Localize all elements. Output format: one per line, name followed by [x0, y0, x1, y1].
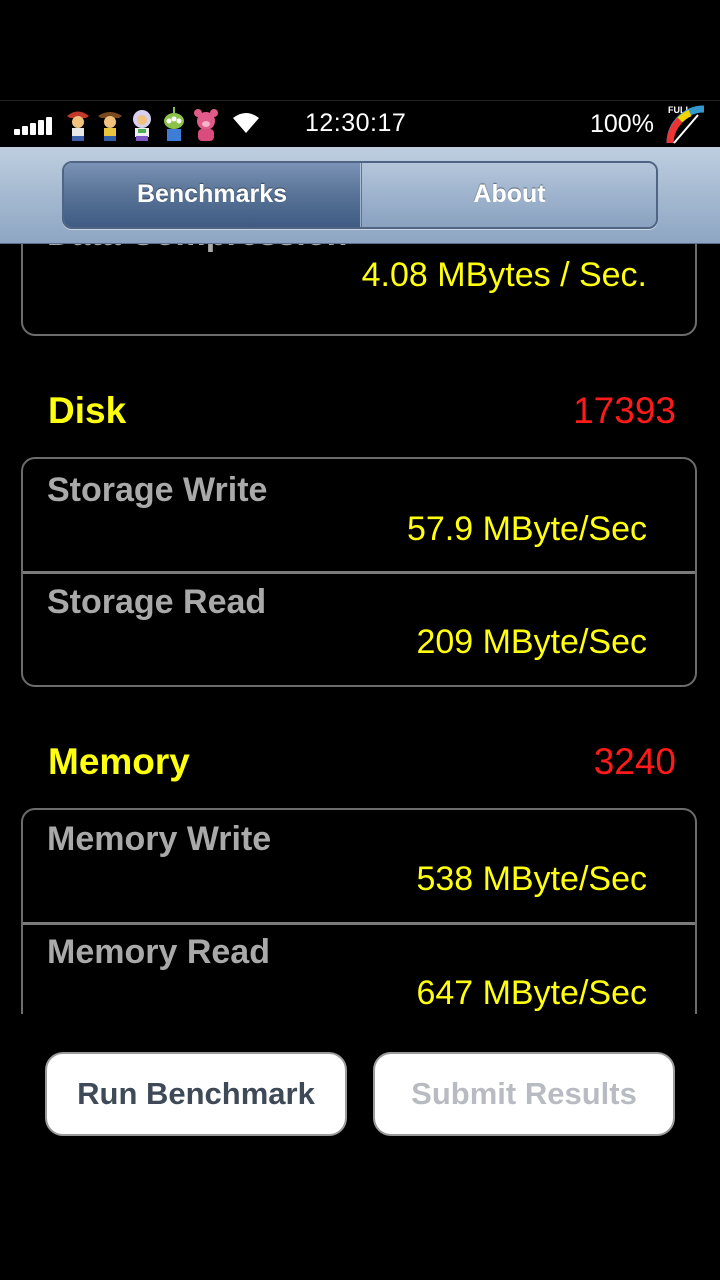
- wifi-icon: [233, 113, 259, 133]
- section-title-disk: Disk: [48, 390, 127, 431]
- navigation-bar: Benchmarks About: [0, 147, 720, 244]
- signal-bars-icon: [14, 115, 58, 135]
- result-row-data-compression: Data Compression 4.08 MBytes / Sec.: [23, 244, 695, 334]
- result-row-memory-read: Memory Read 647 MByte/Sec: [23, 924, 695, 1014]
- result-row-storage-write: Storage Write 57.9 MByte/Sec: [23, 459, 695, 571]
- row-value: 538 MByte/Sec: [416, 860, 647, 898]
- status-bar: 12:30:17 100% FULL: [0, 100, 720, 147]
- processor-results-group: Data Compression 4.08 MBytes / Sec.: [21, 244, 697, 336]
- section-title-memory: Memory: [48, 741, 190, 782]
- row-value: 4.08 MBytes / Sec.: [361, 256, 647, 294]
- section-score-disk: 17393: [573, 390, 676, 431]
- row-title: Memory Write: [47, 820, 272, 858]
- memory-results-group: Memory Write 538 MByte/Sec Memory Read 6…: [21, 808, 697, 1014]
- battery-gauge-icon: FULL: [666, 105, 705, 144]
- row-value: 57.9 MByte/Sec: [406, 510, 647, 548]
- row-value: 647 MByte/Sec: [416, 974, 647, 1012]
- status-time: 12:30:17: [305, 109, 407, 137]
- section-score-memory: 3240: [593, 741, 676, 782]
- row-title: Storage Write: [47, 471, 268, 509]
- tab-about[interactable]: About: [361, 163, 656, 227]
- row-title: Data Compression: [47, 244, 347, 254]
- alien-icon: [164, 107, 184, 141]
- disk-results-group: Storage Write 57.9 MByte/Sec Storage Rea…: [21, 457, 697, 687]
- woody-icon: [98, 112, 122, 141]
- result-row-storage-read: Storage Read 209 MByte/Sec: [23, 573, 695, 685]
- row-value: 209 MByte/Sec: [416, 623, 647, 661]
- tab-benchmarks[interactable]: Benchmarks: [64, 163, 360, 227]
- result-row-memory-write: Memory Write 538 MByte/Sec: [23, 810, 695, 922]
- jessie-icon: [67, 111, 89, 141]
- submit-results-button[interactable]: Submit Results: [373, 1052, 675, 1136]
- lotso-icon: [194, 109, 218, 141]
- buzz-icon: [133, 110, 151, 141]
- results-scroll-view[interactable]: Data Compression 4.08 MBytes / Sec. Disk…: [0, 244, 720, 1014]
- run-benchmark-button[interactable]: Run Benchmark: [45, 1052, 347, 1136]
- segmented-control: Benchmarks About: [62, 161, 658, 229]
- row-title: Storage Read: [47, 583, 267, 621]
- row-title: Memory Read: [47, 933, 270, 971]
- battery-percentage: 100%: [590, 110, 654, 138]
